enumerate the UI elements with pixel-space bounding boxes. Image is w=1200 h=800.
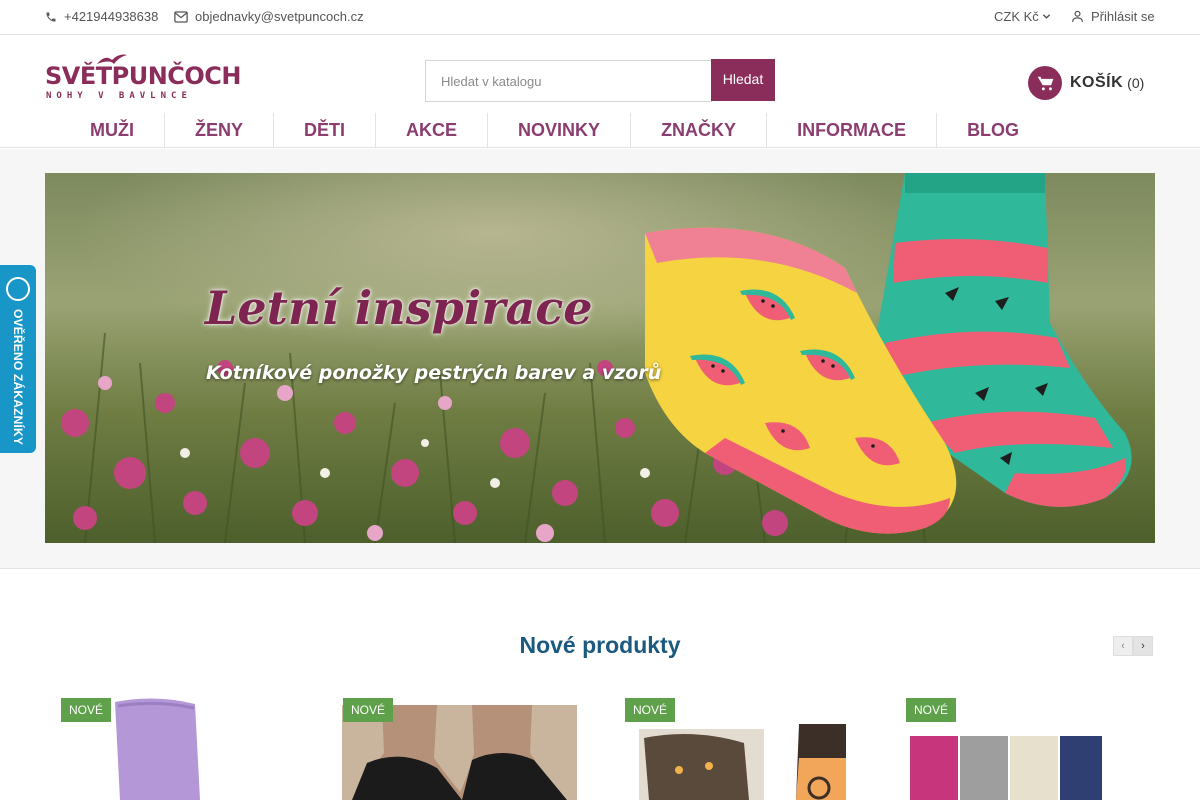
chevron-down-icon	[1042, 14, 1050, 19]
hero-banner[interactable]: Letní inspirace Kotníkové ponožky pestrý…	[45, 173, 1155, 543]
new-badge: NOVÉ	[343, 698, 394, 722]
section-title: Nové produkty	[519, 632, 681, 658]
logo-wordmark: SVĚTPUNČOCH	[45, 62, 242, 90]
phone-icon	[46, 12, 56, 21]
chevron-right-icon: ›	[1141, 640, 1145, 652]
product-card[interactable]: NOVÉ	[624, 698, 859, 800]
nav-item-deti[interactable]: DĚTI	[274, 113, 377, 148]
trust-badge-label: OVĚŘENO ZÁKAZNÍKY	[11, 309, 25, 446]
chevron-left-icon: ‹	[1121, 640, 1125, 652]
currency-selector[interactable]: CZK Kč	[994, 9, 1051, 24]
site-logo[interactable]: SVĚTPUNČOCH NOHY V BAVLNCE	[45, 52, 242, 104]
cart-count: (0)	[1127, 75, 1145, 91]
product-card[interactable]: NOVÉ	[905, 698, 1140, 800]
new-badge: NOVÉ	[61, 698, 112, 722]
search-bar: Hledat	[425, 59, 775, 102]
cart-link[interactable]: KOŠÍK (0)	[1028, 66, 1144, 100]
cart-icon-circle	[1028, 66, 1062, 100]
main-nav: MUŽI ŽENY DĚTI AKCE NOVINKY ZNAČKY INFOR…	[60, 113, 1049, 148]
login-link[interactable]: Přihlásit se	[1071, 9, 1155, 24]
phone-number: +421944938638	[64, 9, 159, 24]
nav-item-znacky[interactable]: ZNAČKY	[631, 113, 768, 148]
nav-item-muzi[interactable]: MUŽI	[60, 113, 165, 148]
new-badge: NOVÉ	[906, 698, 957, 722]
logo-tagline: NOHY V BAVLNCE	[46, 91, 192, 101]
nav-item-akce[interactable]: AKCE	[376, 113, 489, 148]
login-label: Přihlásit se	[1091, 9, 1155, 24]
email-link[interactable]: objednavky@svetpuncoch.cz	[174, 9, 364, 24]
nav-item-blog[interactable]: BLOG	[937, 113, 1049, 148]
search-input[interactable]	[425, 60, 712, 102]
nav-item-zeny[interactable]: ŽENY	[165, 113, 275, 148]
nav-item-novinky[interactable]: NOVINKY	[488, 113, 632, 148]
top-bar: +421944938638 objednavky@svetpuncoch.cz …	[0, 0, 1200, 35]
envelope-icon	[174, 10, 188, 23]
email-address: objednavky@svetpuncoch.cz	[195, 9, 364, 24]
carousel-arrows: ‹ ›	[1113, 636, 1153, 656]
currency-label: CZK Kč	[994, 9, 1039, 24]
product-card[interactable]: NOVÉ	[342, 698, 577, 800]
carousel-prev-button[interactable]: ‹	[1113, 636, 1133, 656]
new-badge: NOVÉ	[625, 698, 676, 722]
cart-label: KOŠÍK	[1070, 74, 1124, 91]
nav-item-informace[interactable]: INFORMACE	[767, 113, 938, 148]
hero-band: Letní inspirace Kotníkové ponožky pestrý…	[0, 149, 1200, 569]
verified-seal-icon	[6, 277, 30, 301]
search-button[interactable]: Hledat	[711, 59, 775, 101]
carousel-next-button[interactable]: ›	[1133, 636, 1153, 656]
banner-subtitle: Kotníkové ponožky pestrých barev a vzorů	[206, 362, 662, 384]
banner-title: Letní inspirace	[205, 281, 593, 335]
user-icon	[1072, 10, 1083, 22]
product-card[interactable]: NOVÉ	[60, 698, 295, 800]
phone-link[interactable]: +421944938638	[45, 9, 158, 24]
trust-badge[interactable]: OVĚŘENO ZÁKAZNÍKY	[0, 265, 36, 453]
banner-image	[45, 173, 1155, 543]
shopping-cart-icon	[1037, 76, 1053, 90]
header: SVĚTPUNČOCH NOHY V BAVLNCE Hledat KOŠÍK …	[0, 35, 1200, 148]
